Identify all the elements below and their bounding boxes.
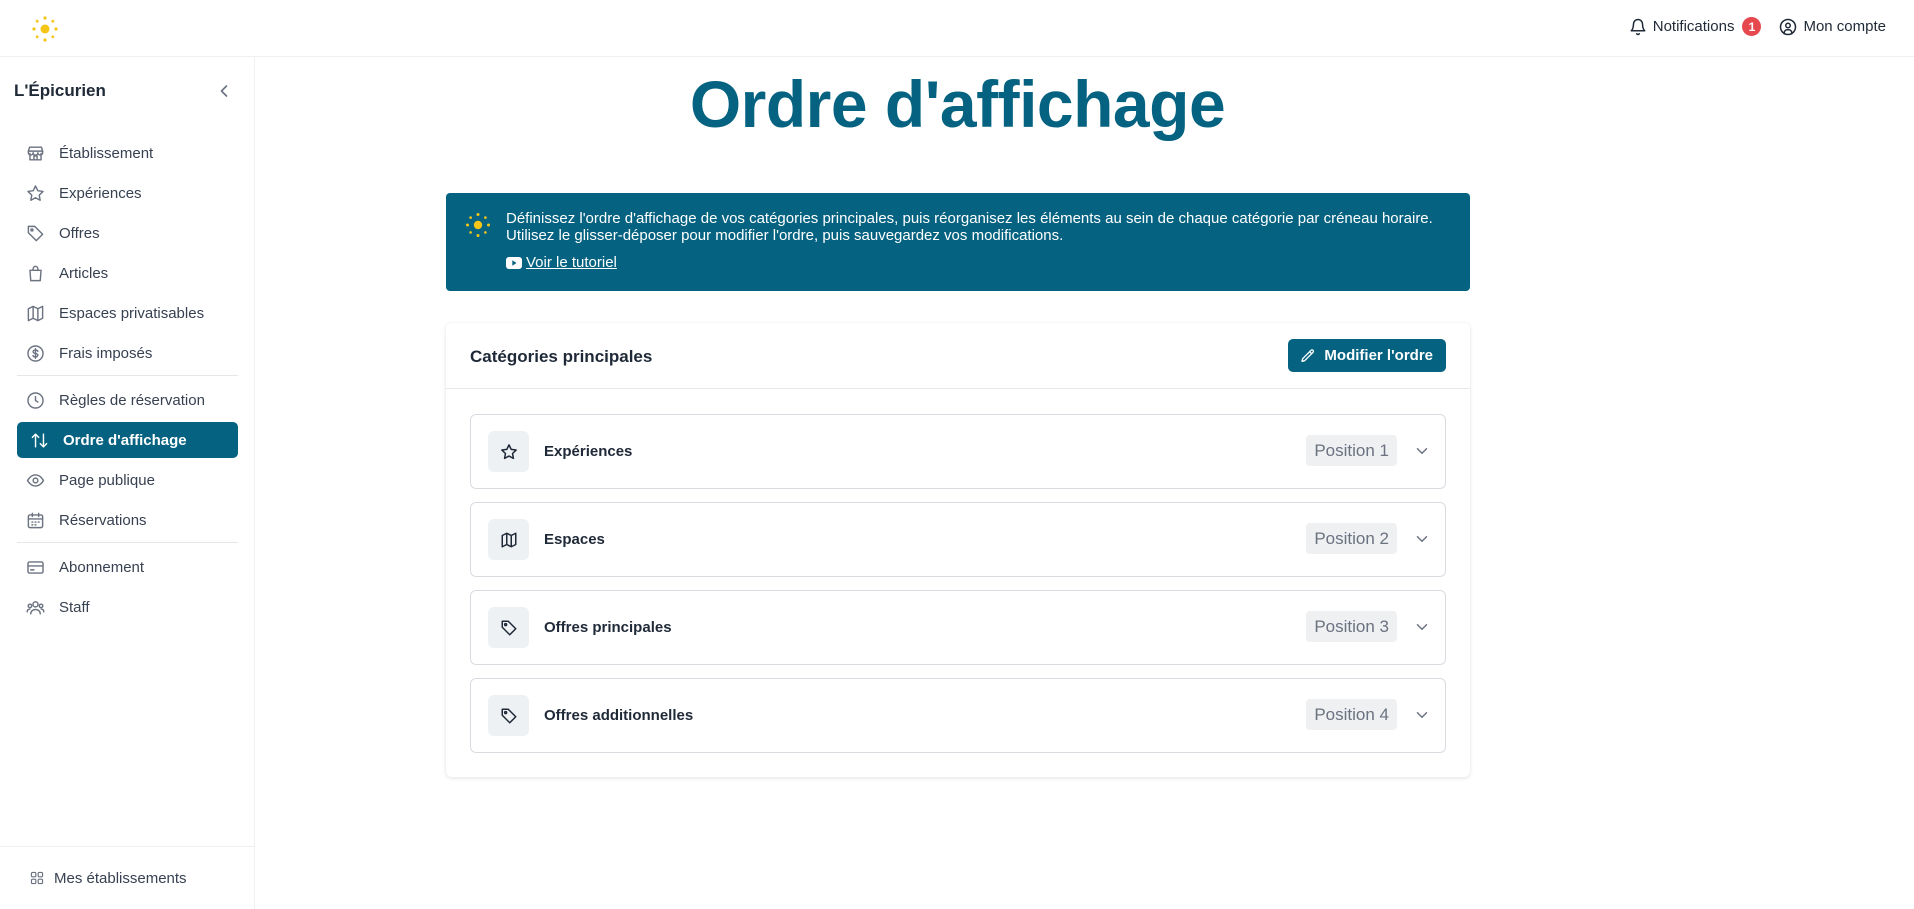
sidebar-item-label: Articles [59, 264, 109, 282]
sidebar-item-ordre-affichage[interactable]: Ordre d'affichage [17, 422, 238, 458]
tag-icon [27, 225, 44, 241]
clock-icon [27, 391, 44, 409]
calendar-icon [27, 512, 44, 528]
notifications-badge: 1 [1742, 17, 1762, 36]
position-badge: Position 4 [1306, 699, 1397, 730]
sidebar-item-label: Offres [59, 224, 100, 242]
sidebar-item-abonnement[interactable]: Abonnement [17, 549, 238, 585]
map-icon [501, 532, 516, 547]
sidebar-item-staff[interactable]: Staff [17, 589, 238, 625]
star-icon [500, 443, 517, 459]
sun-icon[interactable] [30, 14, 60, 44]
arrows-up-down-icon [31, 432, 48, 448]
category-label: Espaces [544, 531, 605, 548]
sidebar-item-page-publique[interactable]: Page publique [17, 462, 238, 498]
my-establishments-label: Mes établissements [54, 869, 187, 887]
notifications-button[interactable]: Notifications 1 [1629, 17, 1762, 36]
top-bar: Notifications 1 Mon compte [0, 0, 1914, 57]
youtube-icon [506, 256, 522, 269]
sidebar-item-frais[interactable]: Frais imposés [17, 335, 238, 371]
map-icon [27, 305, 44, 321]
chevron-down-icon[interactable] [1413, 530, 1431, 548]
position-badge: Position 3 [1306, 611, 1397, 642]
sidebar-item-espaces[interactable]: Espaces privatisables [17, 295, 238, 331]
category-icon-box [488, 431, 529, 472]
banner-line-1: Définissez l'ordre d'affichage de vos ca… [506, 210, 1433, 227]
sidebar: L'Épicurien Établissement Expériences Of… [0, 57, 255, 909]
user-circle-icon [1780, 18, 1797, 35]
category-label: Offres principales [544, 619, 672, 636]
category-row-experiences[interactable]: Expériences Position 1 [470, 414, 1446, 489]
credit-card-icon [27, 560, 44, 574]
account-label: Mon compte [1803, 18, 1886, 35]
category-row-offres-additionnelles[interactable]: Offres additionnelles Position 4 [470, 678, 1446, 753]
dollar-circle-icon [27, 344, 44, 362]
sidebar-item-label: Page publique [59, 471, 155, 489]
brand-name: L'Épicurien [14, 81, 106, 100]
sidebar-item-etablissement[interactable]: Établissement [17, 135, 238, 171]
sidebar-divider [17, 375, 238, 376]
edit-order-button[interactable]: Modifier l'ordre [1288, 339, 1446, 372]
banner-text: Définissez l'ordre d'affichage de vos ca… [506, 210, 1433, 244]
category-label: Expériences [544, 443, 633, 460]
users-icon [26, 600, 45, 615]
sidebar-item-label: Frais imposés [59, 344, 153, 362]
sidebar-item-label: Staff [59, 598, 90, 616]
sidebar-item-label: Ordre d'affichage [63, 431, 187, 449]
sidebar-item-experiences[interactable]: Expériences [17, 175, 238, 211]
tag-icon [501, 620, 516, 635]
category-icon-box [488, 695, 529, 736]
sun-icon [466, 213, 490, 237]
banner-line-2: Utilisez le glisser-déposer pour modifie… [506, 227, 1064, 244]
sidebar-item-articles[interactable]: Articles [17, 255, 238, 291]
account-button[interactable]: Mon compte [1779, 18, 1886, 36]
sidebar-item-label: Espaces privatisables [59, 304, 205, 322]
category-list: Expériences Position 1 Espaces Position … [470, 414, 1446, 766]
sidebar-item-regles[interactable]: Règles de réservation [17, 382, 238, 418]
star-icon [27, 184, 44, 201]
shopping-bag-icon [29, 265, 42, 281]
tag-icon [501, 708, 516, 723]
category-row-espaces[interactable]: Espaces Position 2 [470, 502, 1446, 577]
category-label: Offres additionnelles [544, 707, 694, 724]
card-header: Catégories principales Modifier l'ordre [446, 323, 1470, 389]
tutorial-link[interactable]: Voir le tutoriel [506, 254, 617, 271]
pencil-icon [1301, 348, 1315, 362]
position-badge: Position 2 [1306, 523, 1397, 554]
eye-icon [26, 473, 45, 487]
grid-icon [30, 871, 44, 885]
sidebar-divider [17, 542, 238, 543]
my-establishments-link[interactable]: Mes établissements [0, 846, 254, 909]
store-icon [27, 145, 44, 161]
chevron-down-icon[interactable] [1413, 706, 1431, 724]
sidebar-item-label: Expériences [59, 184, 142, 202]
sidebar-nav: Établissement Expériences Offres Article… [17, 135, 238, 629]
chevron-down-icon[interactable] [1413, 618, 1431, 636]
sidebar-item-label: Abonnement [59, 558, 145, 576]
card-title: Catégories principales [470, 347, 653, 366]
category-icon-box [488, 519, 529, 560]
category-icon-box [488, 607, 529, 648]
position-badge: Position 1 [1306, 435, 1397, 466]
sidebar-item-reservations[interactable]: Réservations [17, 502, 238, 538]
sidebar-item-label: Réservations [59, 511, 147, 529]
chevron-down-icon[interactable] [1413, 442, 1431, 460]
tutorial-label: Voir le tutoriel [526, 254, 617, 271]
info-banner: Définissez l'ordre d'affichage de vos ca… [446, 193, 1470, 291]
edit-order-label: Modifier l'ordre [1324, 347, 1433, 364]
main-categories-card: Catégories principales Modifier l'ordre … [446, 323, 1470, 777]
bell-icon [1630, 18, 1646, 35]
sidebar-item-offres[interactable]: Offres [17, 215, 238, 251]
sidebar-item-label: Établissement [59, 144, 154, 162]
category-row-offres-principales[interactable]: Offres principales Position 3 [470, 590, 1446, 665]
sidebar-item-label: Règles de réservation [59, 391, 205, 409]
notifications-label: Notifications [1652, 18, 1735, 35]
page-title: Ordre d'affichage [689, 67, 1226, 141]
chevron-left-icon[interactable] [214, 81, 234, 101]
